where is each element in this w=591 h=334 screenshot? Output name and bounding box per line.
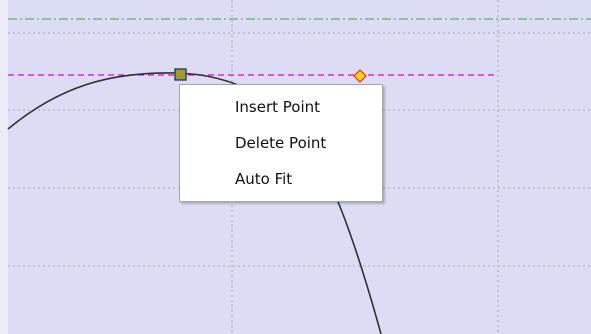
plot-left-edge — [0, 0, 8, 334]
square-handle-icon[interactable] — [174, 68, 187, 81]
context-menu: Insert Point Delete Point Auto Fit — [179, 84, 383, 202]
auto-fit-menu-item[interactable]: Auto Fit — [180, 166, 382, 192]
delete-point-menu-item[interactable]: Delete Point — [180, 130, 382, 156]
curve-editor-window: Insert Point Delete Point Auto Fit — [0, 0, 591, 334]
insert-point-menu-item[interactable]: Insert Point — [180, 94, 382, 120]
